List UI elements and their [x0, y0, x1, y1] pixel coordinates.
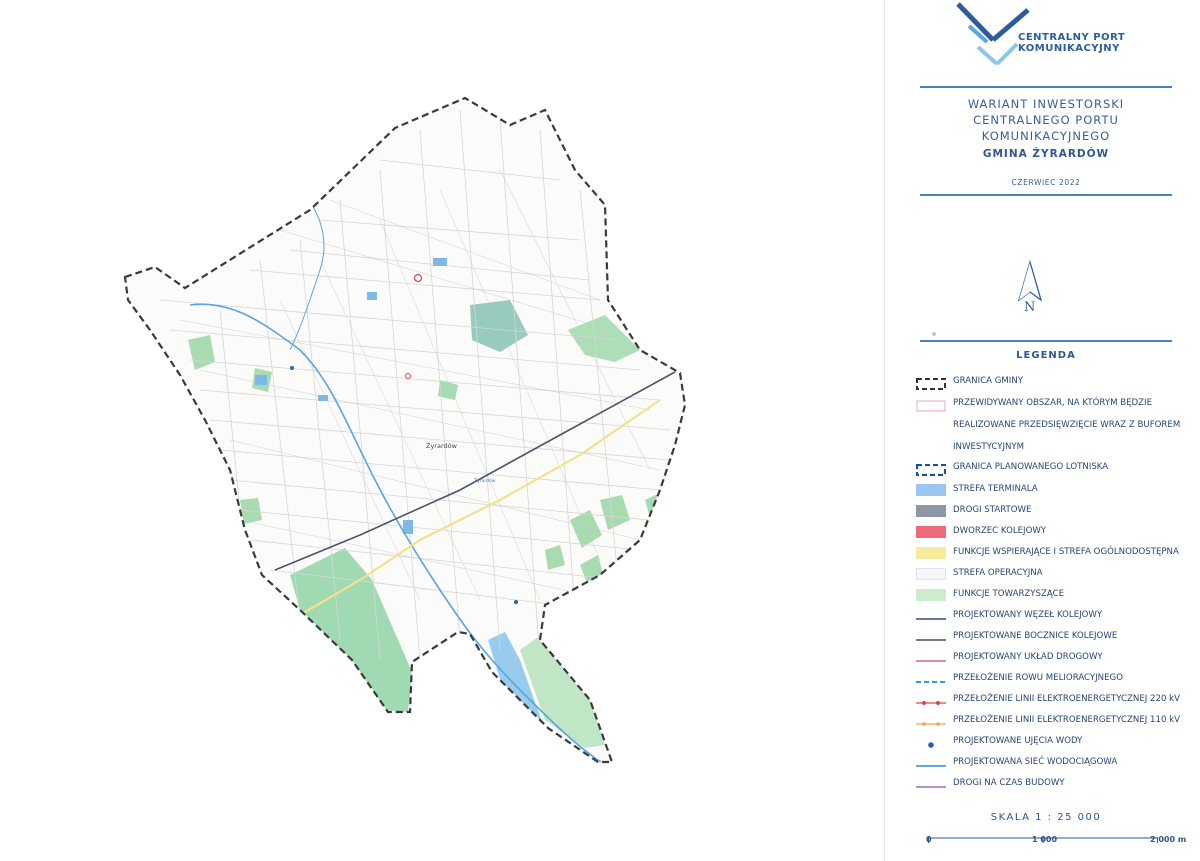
logo-line-1: CENTRALNY PORT — [1018, 32, 1126, 43]
scale-tick-1000: 1 000 — [1032, 835, 1058, 844]
north-label: N — [1024, 300, 1036, 315]
legend-symbol-drainage-ditch — [916, 673, 946, 685]
legend-symbol-power-line-110 — [916, 715, 946, 727]
legend-label-operational-zone: STREFA OPERACYJNA — [953, 568, 1043, 578]
legend-symbol-accompanying-functions — [916, 589, 946, 601]
legend-label-accompanying-functions: FUNKCJE TOWARZYSZĄCE — [953, 589, 1065, 599]
scale-tick-0: 0 — [926, 835, 932, 844]
header-rule-bottom — [920, 194, 1172, 196]
legend-label-project-area-3: INWESTYCYJNYM — [953, 442, 1025, 452]
page-title: WARIANT INWESTORSKI CENTRALNEGO PORTU KO… — [920, 96, 1172, 144]
legend-symbol-rail-node — [916, 610, 946, 622]
legend-title: LEGENDA — [1016, 350, 1076, 361]
title-line-3: KOMUNIKACYJNEGO — [981, 129, 1111, 143]
legend-symbol-water-network — [916, 757, 946, 769]
legend-symbol-airport-border — [915, 461, 947, 477]
legend-symbol-water-intake — [916, 736, 946, 748]
legend-label-terminal-zone: STREFA TERMINALA — [953, 484, 1038, 494]
legend-label-runways: DROGI STARTOWE — [953, 505, 1032, 515]
title-line-2: CENTRALNEGO PORTU — [973, 113, 1119, 127]
legend-label-railway-station: DWORZEC KOLEJOWY — [953, 526, 1047, 536]
legend-label-rail-node: PROJEKTOWANY WĘZEŁ KOLEJOWY — [953, 610, 1103, 620]
logo-line-2: KOMUNIKACYJNY — [1018, 43, 1120, 54]
legend-label-airport-border: GRANICA PLANOWANEGO LOTNISKA — [953, 462, 1109, 472]
legend-label-road-layout: PROJEKTOWANY UKŁAD DROGOWY — [953, 652, 1103, 662]
map-canvas[interactable]: Żyrardów Żyrardów — [0, 0, 900, 861]
legend-symbol-railway-station — [916, 526, 946, 538]
legend-symbol-construction-roads — [916, 778, 946, 790]
page-subtitle: GMINA ŻYRARDÓW — [982, 148, 1110, 160]
legend-symbol-terminal-zone — [916, 484, 946, 496]
legend-symbol-support-functions — [916, 547, 946, 559]
legend-symbol-power-line-220 — [916, 694, 946, 706]
legend-symbol-runways — [916, 505, 946, 517]
legend-symbol-rail-sidings — [916, 631, 946, 643]
legend-symbol-municipal-border — [916, 375, 946, 390]
legend-symbol-road-layout — [916, 652, 946, 664]
panel-divider — [884, 0, 885, 861]
legend-label-power-line-110: PRZEŁOŻENIE LINII ELEKTROENERGETYCZNEJ 1… — [953, 715, 1181, 725]
legend-label-project-area: PRZEWIDYWANY OBSZAR, NA KTÓRYM BĘDZIE — [953, 398, 1153, 408]
legend-symbol-operational-zone — [916, 568, 946, 580]
legend-label-support-functions: FUNKCJE WSPIERAJĄCE I STREFA OGÓLNODOSTĘ… — [953, 547, 1179, 557]
scale-label: SKALA 1 : 25 000 — [990, 812, 1102, 823]
map-area[interactable]: Żyrardów Żyrardów — [0, 0, 900, 861]
legend-label-water-network: PROJEKTOWANA SIEĆ WODOCIĄGOWA — [953, 757, 1118, 767]
header-rule-top — [920, 86, 1172, 88]
legend-symbol-project-area — [916, 397, 946, 412]
date-label: CZERWIEC 2022 — [1011, 178, 1081, 187]
decorative-dot — [932, 332, 936, 336]
scale-tick-2000: 2 000 m — [1150, 835, 1187, 844]
legend-label-project-area-2: REALIZOWANE PRZEDSIĘWZIĘCIE WRAZ Z BUFOR… — [953, 420, 1181, 430]
legend-label-drainage-ditch: PRZEŁOŻENIE ROWU MELIORACYJNEGO — [953, 673, 1123, 683]
city-label: Żyrardów — [426, 441, 458, 450]
legend-label-construction-roads: DROGI NA CZAS BUDOWY — [953, 778, 1065, 788]
legend-label-water-intake: PROJEKTOWANE UJĘCIA WODY — [953, 736, 1083, 746]
title-line-1: WARIANT INWESTORSKI — [967, 97, 1125, 111]
station-label: Żyrardów — [474, 477, 496, 484]
legend-rule — [920, 340, 1172, 342]
logo-text: CENTRALNY PORT KOMUNIKACYJNY — [1018, 32, 1125, 54]
legend-label-power-line-220: PRZEŁOŻENIE LINII ELEKTROENERGETYCZNEJ 2… — [953, 694, 1181, 704]
legend-label-rail-sidings: PROJEKTOWANE BOCZNICE KOLEJOWE — [953, 631, 1118, 641]
legend-label-municipal-border: GRANICA GMINY — [953, 376, 1024, 386]
